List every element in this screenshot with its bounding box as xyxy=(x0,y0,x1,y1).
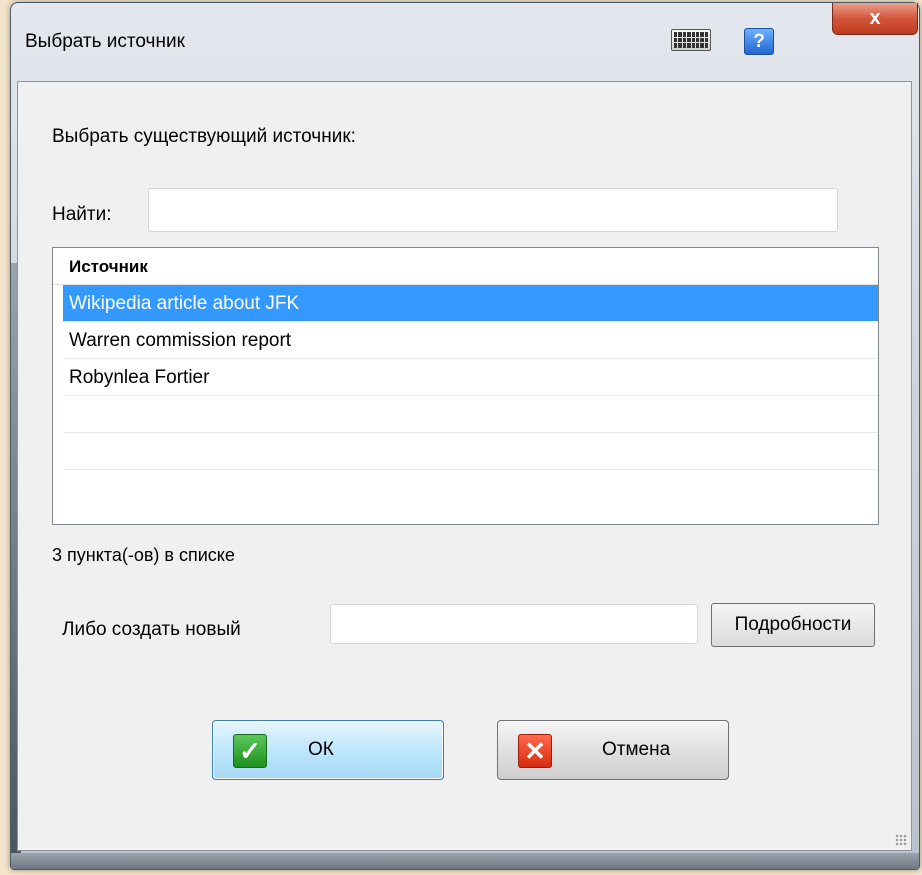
create-new-label: Либо создать новый xyxy=(62,619,241,640)
cross-icon: ✕ xyxy=(518,734,552,768)
empty-list-row xyxy=(63,396,878,433)
list-item[interactable]: Robynlea Fortier xyxy=(63,359,878,396)
column-header-source[interactable]: Источник xyxy=(53,248,878,285)
close-button[interactable]: x xyxy=(832,3,918,35)
ok-button[interactable]: ✓ ОК xyxy=(212,720,444,780)
empty-list-row xyxy=(63,433,878,470)
source-list[interactable]: Источник Wikipedia article about JFK War… xyxy=(52,247,879,525)
window-title: Выбрать источник xyxy=(25,31,185,52)
find-label: Найти: xyxy=(52,204,112,225)
dialog-content: Выбрать существующий источник: Найти: Ис… xyxy=(17,81,912,851)
cancel-button-label: Отмена xyxy=(602,739,671,760)
empty-list-row xyxy=(63,470,878,507)
close-icon: x xyxy=(869,7,881,29)
help-icon[interactable]: ? xyxy=(744,28,774,55)
checkmark-icon: ✓ xyxy=(233,734,267,768)
details-button[interactable]: Подробности xyxy=(711,603,875,647)
item-count-label: 3 пункта(-ов) в списке xyxy=(52,545,235,565)
cancel-button[interactable]: ✕ Отмена xyxy=(497,720,729,780)
title-bar[interactable]: Выбрать источник ? x xyxy=(11,3,919,81)
find-input[interactable] xyxy=(148,188,838,232)
create-new-input[interactable] xyxy=(330,604,698,644)
ok-button-label: ОК xyxy=(308,739,334,760)
dialog-window: Выбрать источник ? x Выбрать существующи… xyxy=(10,2,920,870)
resize-grip-icon[interactable] xyxy=(895,834,907,846)
window-bottom-border xyxy=(11,853,919,869)
select-existing-heading: Выбрать существующий источник: xyxy=(52,126,356,147)
keyboard-icon[interactable] xyxy=(671,29,711,51)
list-item[interactable]: Wikipedia article about JFK xyxy=(63,285,878,322)
list-item[interactable]: Warren commission report xyxy=(63,322,878,359)
